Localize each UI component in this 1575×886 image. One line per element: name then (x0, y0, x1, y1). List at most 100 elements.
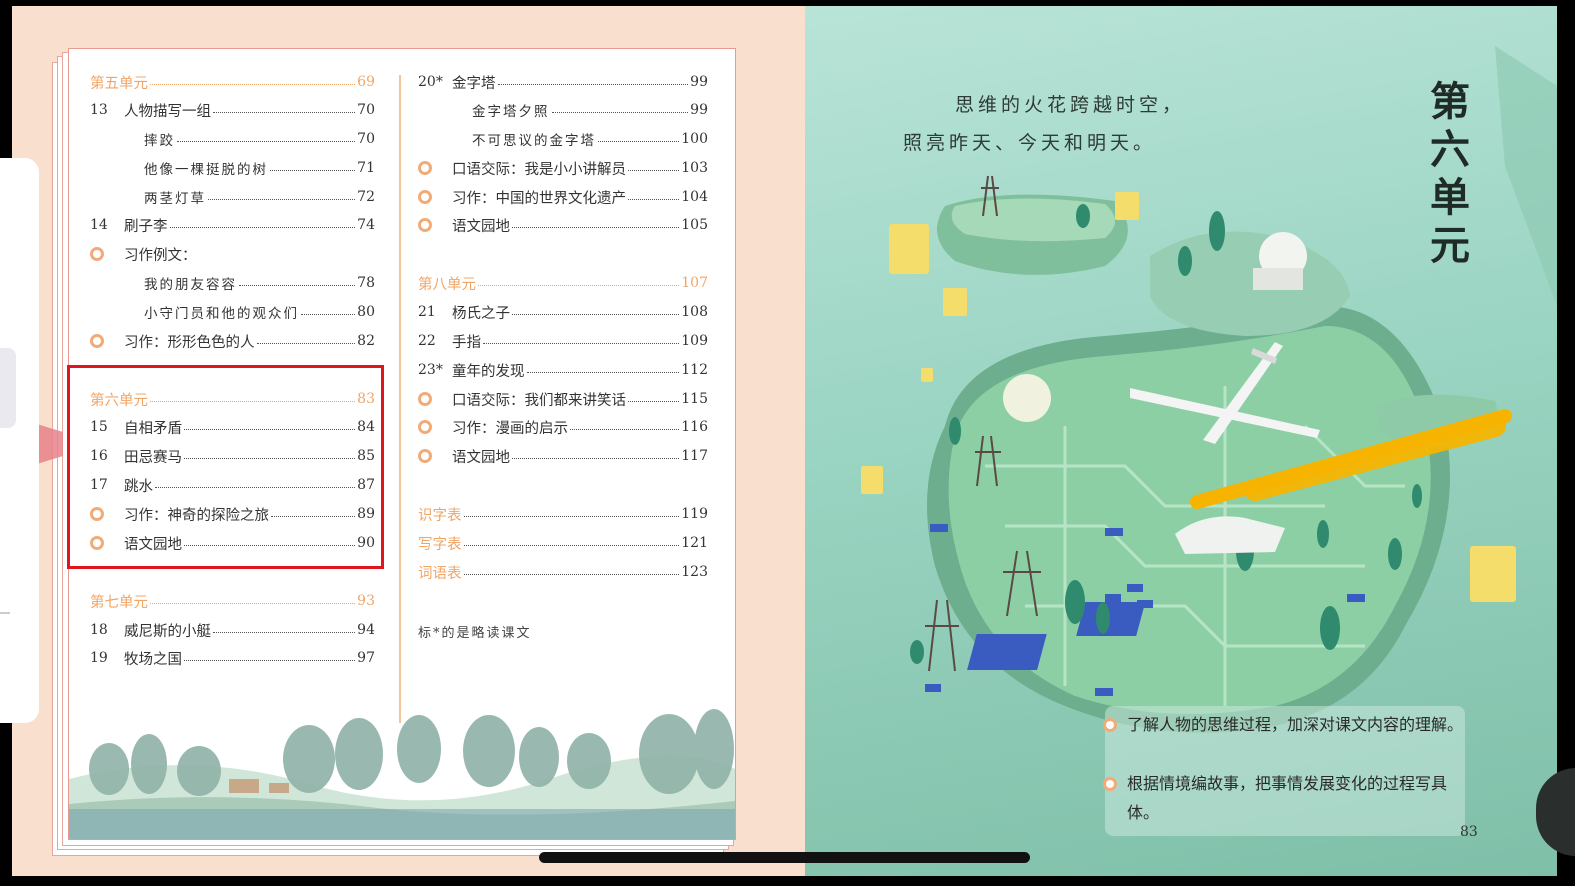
leader-dots (570, 428, 680, 430)
toc-row[interactable]: 口语交际：我是小小讲解员 103 (418, 156, 708, 180)
unit-cover-page: 思维的火花跨越时空， 照亮昨天、今天和明天。 第六单元 了解人物的思维过程，加深… (805, 6, 1557, 876)
leader-dots (184, 659, 356, 661)
toc-row[interactable]: 19 牧场之国 97 (90, 646, 375, 670)
toc-row[interactable]: 写字表 121 (418, 531, 708, 555)
lesson-number: 22 (418, 333, 436, 349)
leader-dots (208, 198, 356, 200)
leader-dots (512, 226, 680, 228)
lesson-number: 21 (418, 304, 436, 320)
toc-row[interactable]: 23* 童年的发现 112 (418, 358, 708, 382)
toc-page-number: 69 (357, 74, 375, 90)
toc-row[interactable]: 习作：中国的世界文化遗产 104 (418, 185, 708, 209)
toc-title: 写字表 (418, 536, 462, 553)
leader-dots (512, 457, 680, 459)
toc-title: 小守门员和他的观众们 (144, 306, 299, 322)
bullet-slot (90, 334, 124, 348)
toc-row[interactable]: 语文园地 117 (418, 444, 708, 468)
toc-page-number: 116 (681, 419, 708, 435)
toc-page-number: 82 (357, 333, 375, 349)
toc-page-number: 103 (681, 160, 708, 176)
lesson-number: 18 (90, 622, 108, 638)
toc-page-number: 109 (681, 333, 708, 349)
leader-dots (177, 140, 356, 142)
toc-row[interactable]: 13 人物描写一组 70 (90, 98, 375, 122)
page-number: 83 (1460, 824, 1478, 840)
lesson-number: 14 (90, 217, 108, 233)
toc-unit-row[interactable]: 第七单元 93 (90, 589, 375, 613)
toc-title: 他像一棵挺脱的树 (144, 162, 268, 178)
leader-dots (628, 198, 680, 200)
toc-title: 威尼斯的小艇 (124, 623, 211, 640)
toc-title: 不可思议的金字塔 (472, 133, 596, 149)
unit-six-highlight-box (67, 365, 384, 569)
toc-row[interactable]: 习作例文： (90, 242, 375, 266)
toc-row[interactable]: 习作：形形色色的人 82 (90, 329, 375, 353)
bullet-slot (418, 161, 452, 175)
bullet-icon (418, 161, 432, 175)
toc-title: 习作：中国的世界文化遗产 (452, 190, 626, 207)
leader-dots (169, 226, 356, 228)
bullet-icon (418, 449, 432, 463)
bullet-slot (418, 190, 452, 204)
toc-row[interactable]: 22 手指 109 (418, 329, 708, 353)
toc-row[interactable]: 金字塔夕照 99 (418, 98, 708, 122)
leader-dots (256, 342, 356, 344)
bullet-icon (1103, 777, 1117, 791)
toc-title: 习作例文： (124, 247, 197, 264)
toc-unit-row[interactable]: 第八单元 107 (418, 271, 708, 295)
toc-title: 第八单元 (418, 276, 476, 293)
toc-title: 金字塔 (452, 75, 496, 92)
toc-row[interactable]: 不可思议的金字塔 100 (418, 127, 708, 151)
objective-2-text: 根据情境编故事，把事情发展变化的过程写具体。 (1127, 774, 1448, 822)
bullet-icon (418, 392, 432, 406)
leader-dots (213, 111, 356, 113)
toc-title: 语文园地 (452, 218, 510, 235)
toc-row[interactable]: 识字表 119 (418, 502, 708, 526)
toc-row[interactable]: 习作：漫画的启示 116 (418, 415, 708, 439)
toc-row[interactable]: 口语交际：我们都来讲笑话 115 (418, 387, 708, 411)
toc-row[interactable]: 我的朋友容容 78 (90, 271, 375, 295)
toc-row[interactable]: 小守门员和他的观众们 80 (90, 300, 375, 324)
toc-title: 口语交际：我是小小讲解员 (452, 161, 626, 178)
toc-page-number: 72 (357, 189, 375, 205)
toc-title: 杨氏之子 (452, 305, 510, 322)
toc-title: 手指 (452, 334, 481, 351)
lesson-number: 20* (418, 74, 443, 90)
toc-row[interactable]: 两茎灯草 72 (90, 185, 375, 209)
toc-page-number: 121 (681, 535, 708, 551)
leader-dots (628, 169, 680, 171)
toc-page-number: 104 (681, 189, 708, 205)
toc-page-number: 107 (681, 275, 708, 291)
toc-row[interactable]: 20* 金字塔 99 (418, 70, 708, 94)
toc-page-number: 97 (357, 650, 375, 666)
toc-row[interactable]: 14 刷子李 74 (90, 213, 375, 237)
toc-row[interactable]: 摔跤 70 (90, 127, 375, 151)
toc-page-number: 70 (357, 102, 375, 118)
leader-dots (628, 400, 680, 402)
toc-title: 第五单元 (90, 75, 148, 92)
leader-dots (463, 515, 680, 517)
objective-2: 根据情境编故事，把事情发展变化的过程写具体。 (1103, 769, 1477, 827)
toc-page-number: 99 (690, 102, 708, 118)
home-indicator-bar[interactable] (539, 852, 1030, 863)
side-panel-handle[interactable] (0, 348, 16, 428)
toc-row[interactable]: 18 威尼斯的小艇 94 (90, 618, 375, 642)
toc-row[interactable]: 语文园地 105 (418, 213, 708, 237)
leader-dots (551, 111, 689, 113)
toc-row[interactable]: 词语表 123 (418, 560, 708, 584)
reading-note: 标*的是略读课文 (418, 626, 532, 641)
bullet-slot (418, 449, 452, 463)
leader-dots (512, 313, 680, 315)
toc-unit-row[interactable]: 第五单元 69 (90, 70, 375, 94)
bullet-icon (418, 420, 432, 434)
toc-row[interactable]: 21 杨氏之子 108 (418, 300, 708, 324)
leader-dots (463, 573, 680, 575)
leader-dots (301, 313, 356, 315)
side-panel[interactable] (0, 158, 39, 723)
bullet-slot (90, 247, 124, 261)
bullet-icon (418, 218, 432, 232)
toc-page-number: 78 (357, 275, 375, 291)
toc-row[interactable]: 他像一棵挺脱的树 71 (90, 156, 375, 180)
toc-title: 刷子李 (124, 218, 168, 235)
leader-dots (270, 169, 356, 171)
